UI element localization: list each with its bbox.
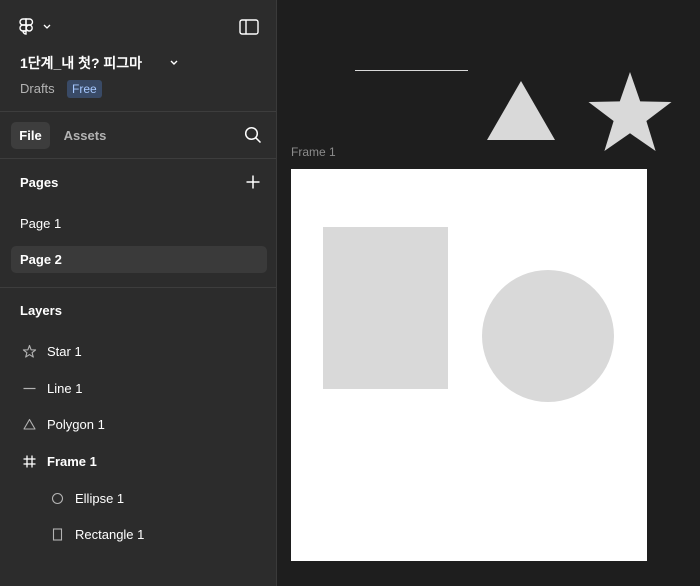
layer-row-polygon-1[interactable]: Polygon 1 (11, 411, 267, 438)
canvas-frame-1[interactable] (291, 169, 647, 561)
pages-heading: Pages (20, 175, 59, 190)
add-page-button[interactable] (242, 171, 264, 193)
tab-file[interactable]: File (11, 122, 50, 149)
layer-row-line-1[interactable]: Line 1 (11, 375, 267, 402)
plan-badge[interactable]: Free (67, 80, 102, 98)
frame-label[interactable]: Frame 1 (291, 145, 336, 159)
layer-label: Star 1 (47, 344, 82, 359)
divider (0, 158, 276, 159)
file-title-menu-button[interactable] (167, 55, 181, 69)
rectangle-icon (52, 528, 63, 541)
star-icon (22, 344, 37, 358)
canvas-polygon-1[interactable] (486, 80, 556, 141)
design-canvas[interactable]: Frame 1 (277, 0, 700, 586)
layer-row-frame-1[interactable]: Frame 1 (11, 448, 267, 475)
frame-hash-icon (23, 455, 36, 468)
main-menu-button[interactable] (14, 14, 54, 40)
layer-label: Line 1 (47, 381, 83, 396)
file-title[interactable]: 1단계_내 첫? 피그마 (20, 53, 142, 73)
chevron-down-icon (170, 60, 178, 65)
layer-label: Frame 1 (47, 454, 97, 469)
sidebar-panel-icon (239, 19, 259, 35)
layer-label: Polygon 1 (47, 417, 105, 432)
plus-icon (246, 175, 260, 189)
left-sidebar: 1단계_내 첫? 피그마 Drafts Free File Assets Pag… (0, 0, 277, 586)
line-icon (23, 387, 36, 390)
page-item-label: Page 1 (20, 216, 62, 231)
circle-icon (51, 492, 64, 505)
canvas-star-1[interactable] (587, 71, 673, 153)
search-icon (244, 126, 262, 144)
layer-row-rectangle-1[interactable]: Rectangle 1 (11, 521, 267, 548)
search-button[interactable] (242, 124, 264, 146)
project-label[interactable]: Drafts (20, 81, 55, 96)
layer-label: Rectangle 1 (75, 527, 145, 542)
figma-logo-icon (19, 18, 51, 35)
canvas-rectangle-1[interactable] (323, 227, 448, 389)
page-item-label: Page 2 (20, 252, 62, 267)
divider (0, 287, 276, 288)
layer-row-star-1[interactable]: Star 1 (11, 338, 267, 365)
figma-editor-window: 1단계_내 첫? 피그마 Drafts Free File Assets Pag… (0, 0, 700, 586)
triangle-icon (23, 418, 36, 430)
canvas-ellipse-1[interactable] (482, 270, 614, 402)
layer-label: Ellipse 1 (75, 491, 125, 506)
layer-row-ellipse-1[interactable]: Ellipse 1 (11, 485, 267, 512)
canvas-line-1[interactable] (355, 70, 468, 71)
toggle-sidebar-button[interactable] (238, 16, 260, 38)
chevron-down-icon (43, 24, 51, 29)
layers-heading: Layers (20, 303, 62, 318)
divider (0, 111, 276, 112)
page-item-page-1[interactable]: Page 1 (11, 210, 267, 237)
page-item-page-2[interactable]: Page 2 (11, 246, 267, 273)
tab-assets[interactable]: Assets (58, 122, 112, 149)
